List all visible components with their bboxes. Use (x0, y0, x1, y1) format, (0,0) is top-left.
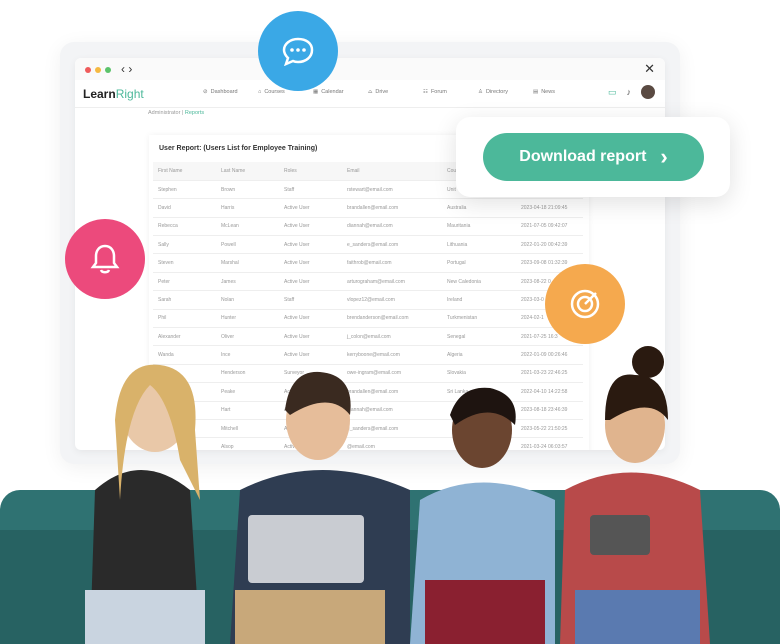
download-report-button[interactable]: Download report › (483, 133, 704, 181)
nav-item-calendar[interactable]: ▦ Calendar (313, 89, 368, 96)
notification-icon[interactable]: ♪ (627, 87, 632, 97)
table-cell: Sarah (153, 290, 216, 310)
table-cell: 2022-01-20 00:42:39 (516, 235, 583, 255)
table-row[interactable]: Steven Marshal Active User faithrob@email.c… (153, 253, 583, 273)
table-cell: Stephen (153, 180, 216, 200)
download-card: Download report › (456, 117, 730, 197)
table-cell: brendanderson@email.com (342, 309, 442, 329)
table-row[interactable]: Rebecca McLean Active User diannah@email.co… (153, 217, 583, 237)
table-cell: Phil (153, 309, 216, 329)
table-cell: Staff (279, 180, 342, 200)
person-3 (410, 387, 555, 644)
table-cell: Australia (442, 198, 516, 218)
table-cell: Peter (153, 272, 216, 292)
nav-icon: ▦ (313, 89, 319, 95)
laptop (248, 515, 364, 583)
table-cell: Active User (279, 217, 342, 237)
nav-icon: ⌓ (368, 89, 373, 95)
table-cell: Portugal (442, 253, 516, 273)
table-cell: Brown (216, 180, 279, 200)
maximize-dot[interactable] (105, 67, 111, 73)
table-cell: McLean (216, 217, 279, 237)
column-header[interactable]: First Name (153, 162, 216, 181)
bell-icon (65, 219, 145, 299)
chevron-right-icon: › (660, 144, 668, 169)
nav-icon: ▤ (533, 89, 539, 95)
close-dot[interactable] (85, 67, 91, 73)
table-cell: Powell (216, 235, 279, 255)
logo[interactable]: LearnRight (83, 87, 144, 101)
table-cell: vlopez12@email.com (342, 290, 442, 310)
table-cell: diannah@email.com (342, 217, 442, 237)
people-on-sofa-photo (0, 346, 780, 644)
table-cell: Lithuania (442, 235, 516, 255)
breadcrumb: Administrator | Reports (148, 110, 205, 116)
person-4 (560, 346, 710, 644)
table-row[interactable]: Peter James Active User arturograham@email.… (153, 272, 583, 292)
nav-item-directory[interactable]: ♙ Directory (478, 89, 533, 96)
table-cell: faithrob@email.com (342, 253, 442, 273)
table-cell: Staff (279, 290, 342, 310)
nav-item-dashboard[interactable]: ⊘ Dashboard (203, 89, 258, 96)
nav-icon: ⊘ (203, 89, 208, 95)
table-row[interactable]: Phil Hunter Active User brendanderson@email… (153, 309, 583, 329)
table-cell: Sally (153, 235, 216, 255)
nav-icon: ♙ (478, 89, 483, 95)
person-1 (85, 364, 205, 644)
table-cell: Active User (279, 309, 342, 329)
nav-item-news[interactable]: ▤ News (533, 89, 588, 96)
close-icon[interactable]: ✕ (644, 61, 655, 77)
table-cell: Nolan (216, 290, 279, 310)
table-cell: Mauritania (442, 217, 516, 237)
nav-item-drive[interactable]: ⌓ Drive (368, 89, 423, 96)
table-cell: James (216, 272, 279, 292)
chat-bubble-icon (258, 11, 338, 91)
table-cell: 2023-04-18 21:09:45 (516, 198, 583, 218)
nav-icon: ⌂ (258, 89, 262, 95)
table-cell: Steven (153, 253, 216, 273)
breadcrumb-current[interactable]: Reports (185, 110, 204, 116)
table-cell: Harris (216, 198, 279, 218)
avatar[interactable] (641, 85, 655, 99)
person-2 (230, 371, 410, 644)
table-cell: 2021-07-05 09:42:07 (516, 217, 583, 237)
table-cell: Active User (279, 198, 342, 218)
table-cell: Active User (279, 235, 342, 255)
table-row[interactable]: David Harris Active User brandallen@email.c… (153, 198, 583, 218)
nav-icon: ☷ (423, 89, 428, 95)
table-cell: Active User (279, 272, 342, 292)
target-icon (545, 264, 625, 344)
table-row[interactable]: Sally Powell Active User e_sanders@email.co… (153, 235, 583, 255)
column-header[interactable]: Email (342, 162, 442, 181)
table-cell: rstewart@email.com (342, 180, 442, 200)
column-header[interactable]: Last Name (216, 162, 279, 181)
table-cell: Marshal (216, 253, 279, 273)
app-header: LearnRight ⊘ Dashboard ⌂ Courses ▦ Calendar ⌓ D… (75, 80, 665, 108)
table-cell: brandallen@email.com (342, 198, 442, 218)
column-header[interactable]: Roles (279, 162, 342, 181)
table-cell: Hunter (216, 309, 279, 329)
table-cell: David (153, 198, 216, 218)
table-cell: e_sanders@email.com (342, 235, 442, 255)
table-cell: Turkmenistan (442, 309, 516, 329)
title-bar: ‹ › ✕ (75, 58, 665, 80)
tablet (590, 515, 650, 555)
report-title: User Report: (Users List for Employee Tr… (159, 145, 318, 152)
table-row[interactable]: Sarah Nolan Staff vlopez12@email.com Ireland… (153, 290, 583, 310)
table-cell: Active User (279, 253, 342, 273)
table-cell: arturograham@email.com (342, 272, 442, 292)
back-forward-icon[interactable]: ‹ › (121, 62, 132, 76)
nav-item-forum[interactable]: ☷ Forum (423, 89, 478, 96)
main-nav: ⊘ Dashboard ⌂ Courses ▦ Calendar ⌓ Drive ☷ Forum ♙… (203, 89, 588, 96)
table-cell: Rebecca (153, 217, 216, 237)
table-cell: New Caledonia (442, 272, 516, 292)
table-cell: Ireland (442, 290, 516, 310)
chat-icon[interactable]: ▭ (608, 87, 617, 98)
minimize-dot[interactable] (95, 67, 101, 73)
